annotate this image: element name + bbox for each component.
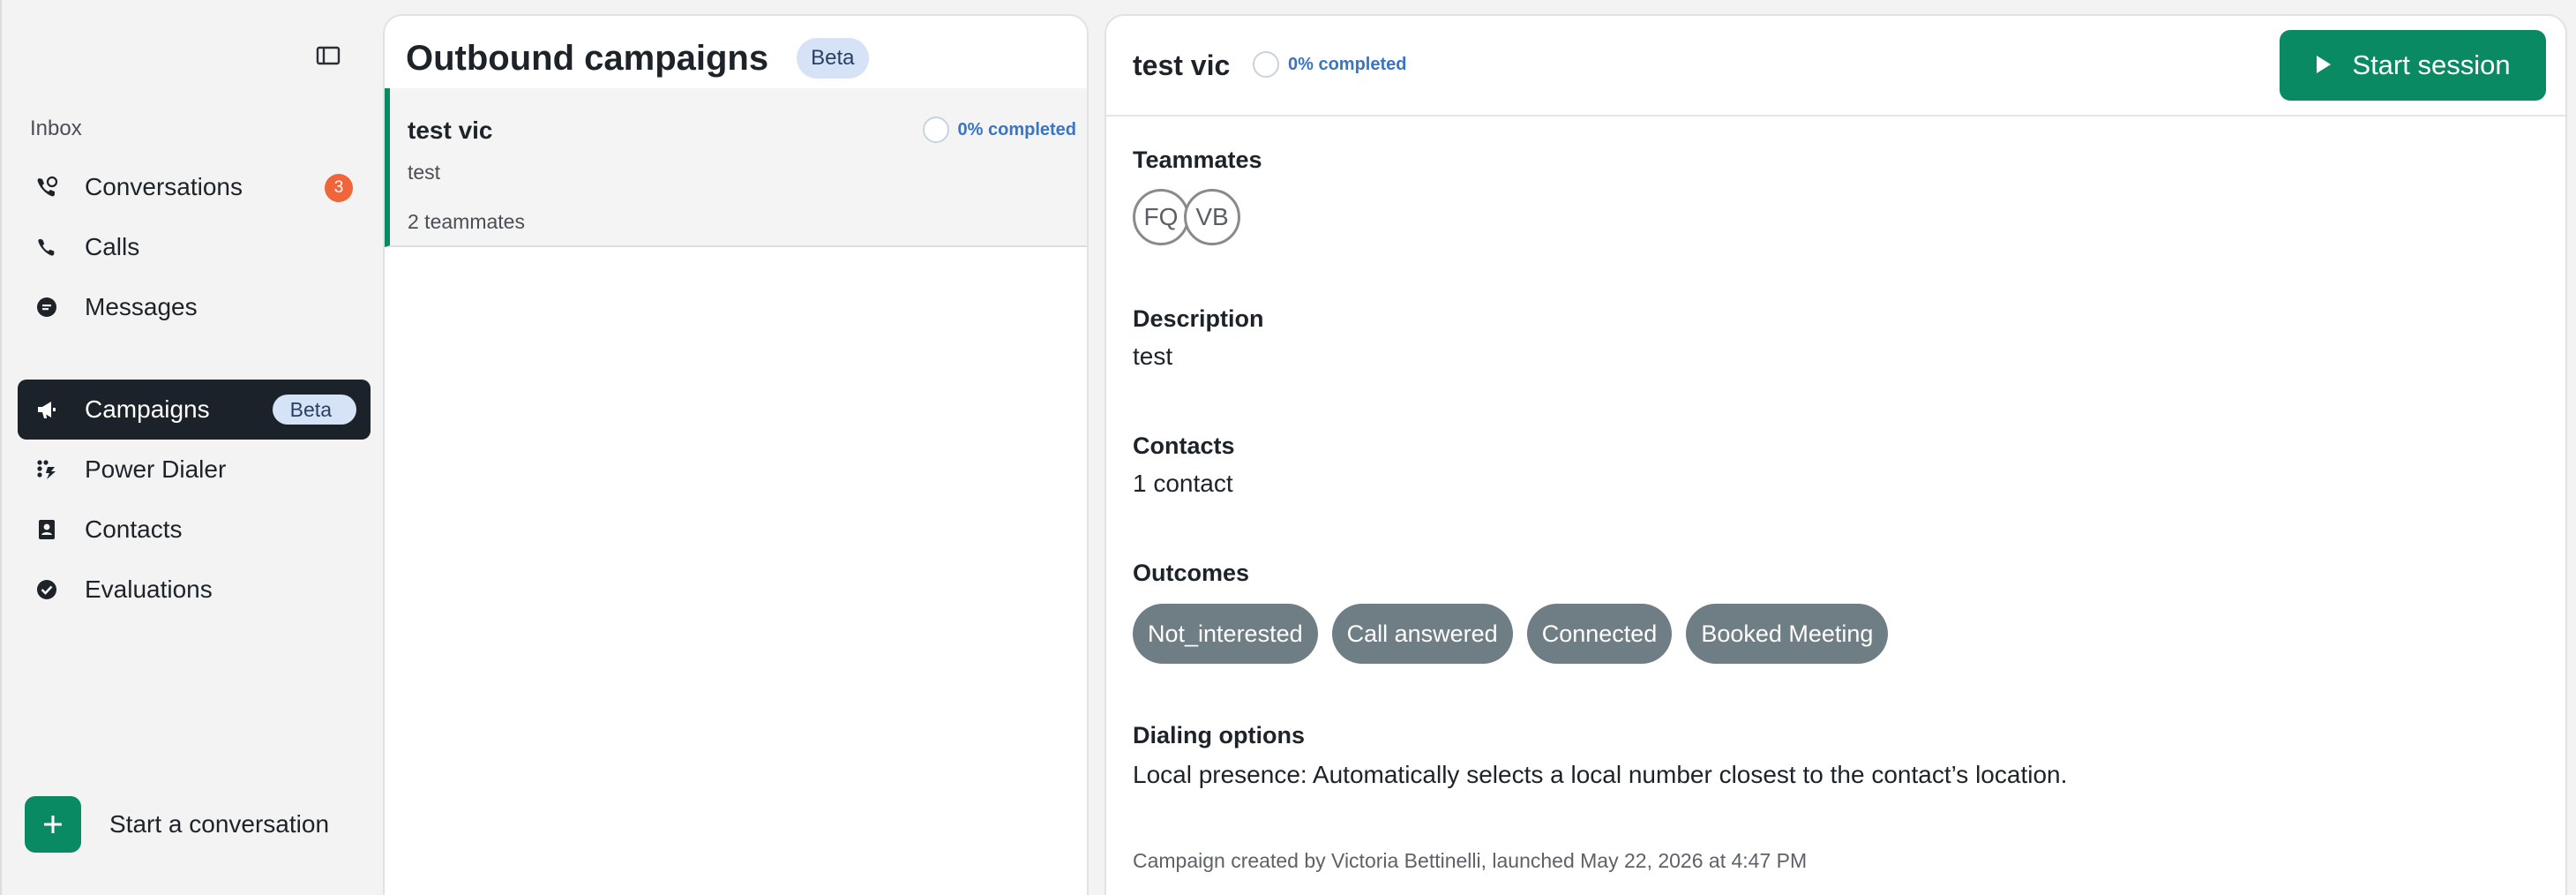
campaign-detail-panel: test vic 0% completed Start session Team… (1105, 14, 2567, 895)
outcomes-list: Not_interested Call answered Connected B… (1133, 604, 1902, 664)
dialing-options-value: Local presence: Automatically selects a … (1133, 761, 2068, 788)
start-conversation-label: Start a conversation (109, 810, 330, 838)
unread-count-badge: 3 (325, 174, 353, 202)
campaign-description: test (408, 161, 441, 184)
detail-progress: 0% completed (1253, 51, 1406, 78)
power-dialer-icon (34, 456, 60, 483)
outcome-chip: Not_interested (1133, 604, 1318, 664)
start-conversation-button[interactable]: Start a conversation (25, 796, 329, 853)
plus-icon (25, 796, 81, 853)
sidebar-item-label: Evaluations (85, 575, 213, 603)
sidebar-item-label: Contacts (85, 515, 183, 543)
teammate-avatars: FQ VB (1133, 189, 1240, 245)
sidebar: Inbox Conversations 3 Calls Messages Cam… (0, 0, 383, 895)
detail-header: test vic 0% completed Start session (1106, 16, 2565, 117)
detail-title: test vic (1133, 49, 1231, 81)
contacts-icon (34, 516, 60, 543)
avatar[interactable]: VB (1184, 189, 1240, 245)
sidebar-item-label: Conversations (85, 173, 243, 200)
start-session-button[interactable]: Start session (2280, 30, 2546, 101)
outcome-chip: Call answered (1331, 604, 1513, 664)
description-heading: Description (1133, 305, 1264, 332)
progress-ring-icon (1253, 51, 1279, 78)
start-session-label: Start session (2352, 49, 2511, 80)
sidebar-item-messages[interactable]: Messages (18, 277, 371, 337)
outcome-chip: Booked Meeting (1686, 604, 1889, 664)
dialing-options-heading: Dialing options (1133, 722, 1305, 748)
progress-text: 0% completed (1288, 54, 1407, 74)
phone-chat-icon (34, 174, 60, 200)
sidebar-item-campaigns[interactable]: Campaigns Beta (18, 380, 371, 440)
beta-badge: Beta (797, 38, 869, 79)
outcomes-heading: Outcomes (1133, 560, 1250, 586)
campaign-created-note: Campaign created by Victoria Bettinelli,… (1133, 849, 1808, 872)
sidebar-item-calls[interactable]: Calls (18, 217, 371, 277)
sidebar-item-label: Messages (85, 293, 198, 320)
outcome-chip: Connected (1526, 604, 1673, 664)
description-value: test (1133, 342, 1173, 370)
teammates-heading: Teammates (1133, 147, 1262, 173)
play-icon (2315, 55, 2333, 77)
phone-icon (34, 234, 60, 260)
message-icon (34, 294, 60, 320)
avatar[interactable]: FQ (1133, 189, 1189, 245)
section-label-inbox: Inbox (30, 117, 82, 140)
sidebar-item-contacts[interactable]: Contacts (18, 500, 371, 560)
sidebar-item-conversations[interactable]: Conversations 3 (18, 157, 371, 217)
megaphone-icon (34, 396, 60, 423)
campaign-teammates: 2 teammates (408, 210, 525, 233)
beta-badge: Beta (272, 395, 356, 425)
sidebar-item-label: Power Dialer (85, 455, 227, 483)
contacts-heading: Contacts (1133, 432, 1235, 459)
sidebar-toggle-icon[interactable] (312, 42, 344, 69)
contacts-value: 1 contact (1133, 470, 1233, 497)
page-title: Outbound campaigns (406, 38, 769, 78)
campaign-list-panel: Outbound campaigns Beta test vic 0% comp… (383, 14, 1089, 895)
sidebar-item-label: Campaigns (85, 395, 210, 423)
sidebar-item-evaluations[interactable]: Evaluations (18, 560, 371, 620)
campaign-list-item[interactable]: test vic 0% completed test 2 teammates (385, 88, 1087, 247)
list-header: Outbound campaigns Beta (406, 34, 869, 83)
campaign-name: test vic (408, 117, 493, 144)
progress-text: 0% completed (957, 119, 1076, 139)
sidebar-item-label: Calls (85, 233, 140, 260)
campaign-progress: 0% completed (922, 117, 1076, 143)
sidebar-item-power-dialer[interactable]: Power Dialer (18, 440, 371, 500)
progress-ring-icon (922, 117, 949, 143)
check-circle-icon (34, 576, 60, 603)
